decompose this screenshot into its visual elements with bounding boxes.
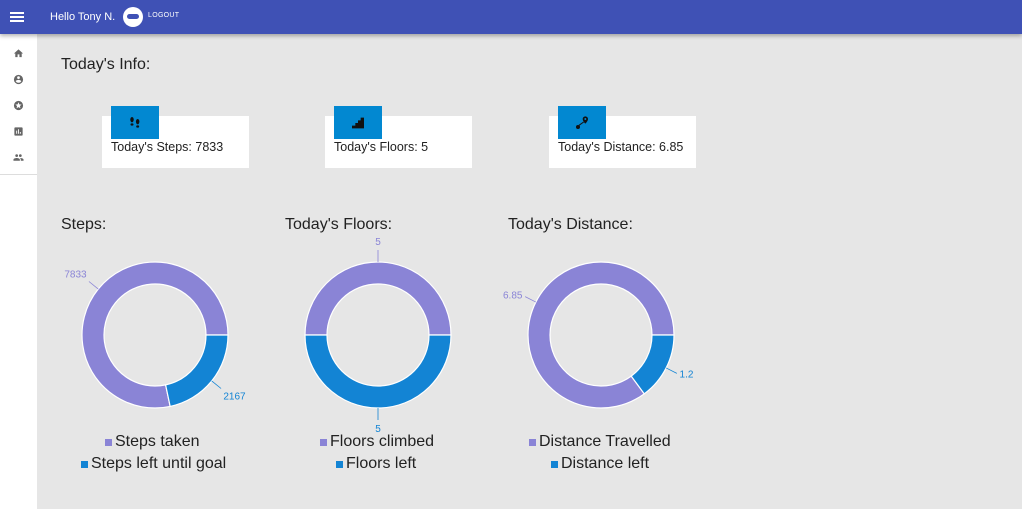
slice-value-label: 6.85	[503, 290, 523, 301]
legend-floors-left[interactable]: Floors left	[336, 455, 416, 473]
star-circle-icon	[13, 100, 24, 110]
steps-donut-chart: 7833 2167	[55, 240, 255, 420]
page-title: Today's Info:	[61, 56, 151, 73]
floors-card: Today's Floors: 5	[325, 106, 472, 168]
slice-leader-line	[211, 380, 222, 389]
legend-swatch	[551, 460, 558, 468]
account-circle-icon	[13, 74, 24, 84]
legend-distance-left[interactable]: Distance left	[551, 455, 649, 473]
legend-steps-taken[interactable]: Steps taken	[105, 433, 200, 451]
legend-label: Floors climbed	[330, 433, 435, 450]
bar-chart-icon	[14, 126, 23, 136]
slice-leader-line	[88, 281, 99, 290]
menu-icon[interactable]	[10, 10, 24, 24]
legend-floors-climbed[interactable]: Floors climbed	[320, 433, 434, 451]
sidebar-item-achievements[interactable]	[0, 92, 37, 118]
legend-swatch	[320, 438, 327, 446]
sidebar-item-home[interactable]	[0, 40, 37, 66]
footsteps-icon	[130, 116, 140, 128]
slice-value-label: 2167	[223, 391, 246, 402]
legend-swatch	[105, 438, 112, 446]
legend-label: Distance Travelled	[539, 433, 671, 450]
distance-donut-chart: 6.85 1.2	[501, 240, 701, 420]
logout-button[interactable]: LOGOUT	[148, 12, 179, 19]
avatar-icon[interactable]	[123, 7, 143, 27]
distance-badge	[558, 106, 606, 139]
sidebar	[0, 34, 37, 509]
floors-section-title: Today's Floors:	[285, 216, 393, 233]
distance-section-title: Today's Distance:	[508, 216, 633, 233]
floors-donut-svg: 55	[304, 237, 452, 435]
legend-label: Floors left	[346, 455, 417, 472]
slice-value-label: 1.2	[680, 370, 694, 381]
distance-card: Today's Distance: 6.85	[549, 106, 696, 168]
distance-donut-svg: 6.85 1.2	[503, 261, 694, 409]
home-icon	[13, 48, 24, 57]
floors-card-text: Today's Floors: 5	[334, 140, 429, 154]
slice-value-label: 5	[375, 237, 381, 248]
sidebar-list	[0, 34, 37, 175]
steps-badge	[111, 106, 159, 139]
app-bar: Hello Tony N. LOGOUT	[0, 0, 1022, 34]
donut-slice-steps-left-until-goal[interactable]	[164, 334, 229, 408]
steps-card-text: Today's Steps: 7833	[111, 140, 224, 154]
steps-section-title: Steps:	[61, 216, 107, 233]
legend-steps-left[interactable]: Steps left until goal	[81, 455, 226, 473]
steps-donut-svg: 7833 2167	[64, 261, 246, 409]
slice-value-label: 7833	[64, 270, 87, 281]
donut-slice-distance-left[interactable]	[630, 334, 675, 395]
floors-badge	[334, 106, 382, 139]
legend-swatch	[529, 438, 536, 446]
people-icon	[13, 153, 24, 161]
distance-card-text: Today's Distance: 6.85	[558, 140, 684, 154]
legend-distance-travelled[interactable]: Distance Travelled	[529, 433, 671, 451]
steps-card: Today's Steps: 7833	[102, 106, 249, 168]
slice-leader-line	[665, 367, 678, 374]
legend-label: Distance left	[561, 455, 650, 472]
legend-label: Steps taken	[115, 433, 200, 450]
donut-slice-floors-climbed[interactable]	[304, 261, 452, 336]
route-icon	[576, 115, 588, 129]
sidebar-item-stats[interactable]	[0, 118, 37, 144]
legend-swatch	[336, 460, 343, 468]
legend-swatch	[81, 460, 88, 468]
floors-donut-chart: 55	[278, 237, 478, 435]
donut-slice-floors-left[interactable]	[304, 334, 452, 409]
stairs-icon	[352, 117, 364, 128]
sidebar-item-friends[interactable]	[0, 144, 37, 170]
greeting-text: Hello Tony N.	[50, 11, 116, 23]
slice-leader-line	[524, 296, 537, 303]
legend-label: Steps left until goal	[91, 455, 227, 472]
sidebar-item-profile[interactable]	[0, 66, 37, 92]
